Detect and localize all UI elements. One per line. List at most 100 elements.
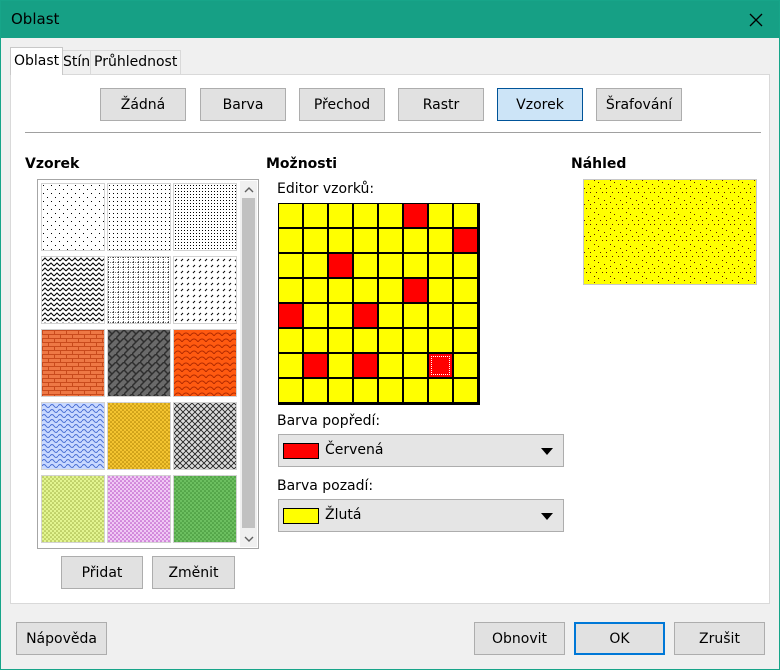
modify-pattern-button[interactable]: Změnit [152, 556, 235, 589]
pattern-tile[interactable] [173, 475, 237, 543]
pattern-editor-cell[interactable] [329, 329, 352, 352]
pattern-editor-cell[interactable] [379, 229, 402, 252]
cancel-button[interactable]: Zrušit [674, 622, 765, 655]
pattern-editor-cell[interactable] [404, 329, 427, 352]
pattern-tile[interactable] [107, 475, 171, 543]
pattern-tile[interactable] [41, 475, 105, 543]
help-button[interactable]: Nápověda [16, 622, 107, 655]
fill-none-button[interactable]: Žádná [100, 88, 186, 121]
reset-button[interactable]: Obnovit [474, 622, 565, 655]
pattern-tile[interactable] [41, 183, 105, 251]
ok-button[interactable]: OK [574, 622, 665, 655]
pattern-editor-cell[interactable] [304, 304, 327, 327]
pattern-tile[interactable] [173, 329, 237, 397]
pattern-editor-cell[interactable] [429, 229, 452, 252]
pattern-editor-cell[interactable] [354, 229, 377, 252]
pattern-editor-cell[interactable] [429, 304, 452, 327]
pattern-editor-cell[interactable] [279, 379, 302, 402]
pattern-editor-cell[interactable] [354, 354, 377, 377]
scroll-down-button[interactable] [240, 530, 257, 547]
tab-shadow[interactable]: Stín [59, 50, 95, 74]
pattern-editor-cell[interactable] [379, 379, 402, 402]
pattern-editor-cell[interactable] [454, 304, 477, 327]
pattern-editor-cell[interactable] [279, 204, 302, 227]
pattern-editor-cell[interactable] [429, 379, 452, 402]
pattern-editor-cell[interactable] [329, 379, 352, 402]
pattern-editor-cell[interactable] [354, 329, 377, 352]
pattern-editor-cell[interactable] [429, 254, 452, 277]
pattern-editor-cell[interactable] [279, 304, 302, 327]
pattern-editor-cell[interactable] [379, 354, 402, 377]
pattern-editor-cell[interactable] [304, 204, 327, 227]
pattern-editor-cell[interactable] [379, 279, 402, 302]
pattern-editor-cell[interactable] [404, 304, 427, 327]
fill-gradient-button[interactable]: Přechod [299, 88, 385, 121]
pattern-editor-cell[interactable] [304, 329, 327, 352]
pattern-tile[interactable] [173, 256, 237, 324]
pattern-editor-cell[interactable] [404, 229, 427, 252]
scroll-up-button[interactable] [240, 181, 257, 198]
pattern-tile[interactable] [41, 256, 105, 324]
pattern-editor-cell[interactable] [304, 354, 327, 377]
background-color-dropdown[interactable]: Žlutá [278, 499, 564, 532]
pattern-editor-cell[interactable] [304, 254, 327, 277]
scroll-thumb[interactable] [242, 198, 255, 528]
pattern-editor-cell[interactable] [379, 204, 402, 227]
pattern-tile[interactable] [41, 402, 105, 470]
pattern-editor-cell[interactable] [404, 279, 427, 302]
pattern-editor-cell[interactable] [454, 229, 477, 252]
foreground-color-dropdown[interactable]: Červená [278, 434, 564, 467]
pattern-editor-cell[interactable] [304, 229, 327, 252]
pattern-editor-cell[interactable] [354, 204, 377, 227]
pattern-editor-cell[interactable] [279, 354, 302, 377]
pattern-editor-cell[interactable] [304, 379, 327, 402]
pattern-tile[interactable] [107, 183, 171, 251]
fill-color-button[interactable]: Barva [200, 88, 286, 121]
pattern-editor-cell[interactable] [354, 379, 377, 402]
pattern-editor-cell[interactable] [454, 204, 477, 227]
pattern-editor-cell[interactable] [454, 354, 477, 377]
add-pattern-button[interactable]: Přidat [61, 556, 143, 589]
close-button[interactable] [733, 1, 779, 38]
pattern-editor-cell[interactable] [429, 329, 452, 352]
pattern-editor-cell[interactable] [429, 354, 452, 377]
pattern-tile[interactable] [41, 329, 105, 397]
pattern-editor-cell[interactable] [379, 254, 402, 277]
pattern-tile[interactable] [173, 183, 237, 251]
pattern-editor-cell[interactable] [404, 379, 427, 402]
pattern-editor-cell[interactable] [329, 279, 352, 302]
pattern-editor-cell[interactable] [329, 304, 352, 327]
pattern-editor-cell[interactable] [354, 304, 377, 327]
pattern-editor-cell[interactable] [304, 279, 327, 302]
pattern-editor-cell[interactable] [404, 354, 427, 377]
pattern-editor-cell[interactable] [279, 279, 302, 302]
pattern-editor-cell[interactable] [379, 304, 402, 327]
pattern-editor-cell[interactable] [429, 204, 452, 227]
pattern-editor-cell[interactable] [329, 254, 352, 277]
pattern-editor-cell[interactable] [279, 329, 302, 352]
pattern-editor-cell[interactable] [379, 329, 402, 352]
fill-pattern-button[interactable]: Vzorek [497, 88, 583, 121]
pattern-editor-cell[interactable] [354, 254, 377, 277]
pattern-editor[interactable] [278, 203, 480, 405]
pattern-tile[interactable] [107, 256, 171, 324]
pattern-editor-cell[interactable] [404, 204, 427, 227]
pattern-editor-cell[interactable] [454, 279, 477, 302]
pattern-editor-cell[interactable] [279, 229, 302, 252]
fill-hatch-button[interactable]: Šrafování [596, 88, 682, 121]
gallery-scrollbar[interactable] [240, 181, 257, 547]
pattern-editor-cell[interactable] [454, 329, 477, 352]
pattern-gallery[interactable] [37, 179, 259, 549]
pattern-editor-cell[interactable] [329, 354, 352, 377]
pattern-editor-cell[interactable] [429, 279, 452, 302]
fill-bitmap-button[interactable]: Rastr [398, 88, 484, 121]
pattern-tile[interactable] [173, 402, 237, 470]
pattern-editor-cell[interactable] [354, 279, 377, 302]
pattern-editor-cell[interactable] [279, 254, 302, 277]
pattern-editor-cell[interactable] [454, 254, 477, 277]
pattern-editor-cell[interactable] [404, 254, 427, 277]
pattern-editor-cell[interactable] [329, 229, 352, 252]
pattern-tile[interactable] [107, 329, 171, 397]
pattern-editor-cell[interactable] [454, 379, 477, 402]
pattern-editor-cell[interactable] [329, 204, 352, 227]
